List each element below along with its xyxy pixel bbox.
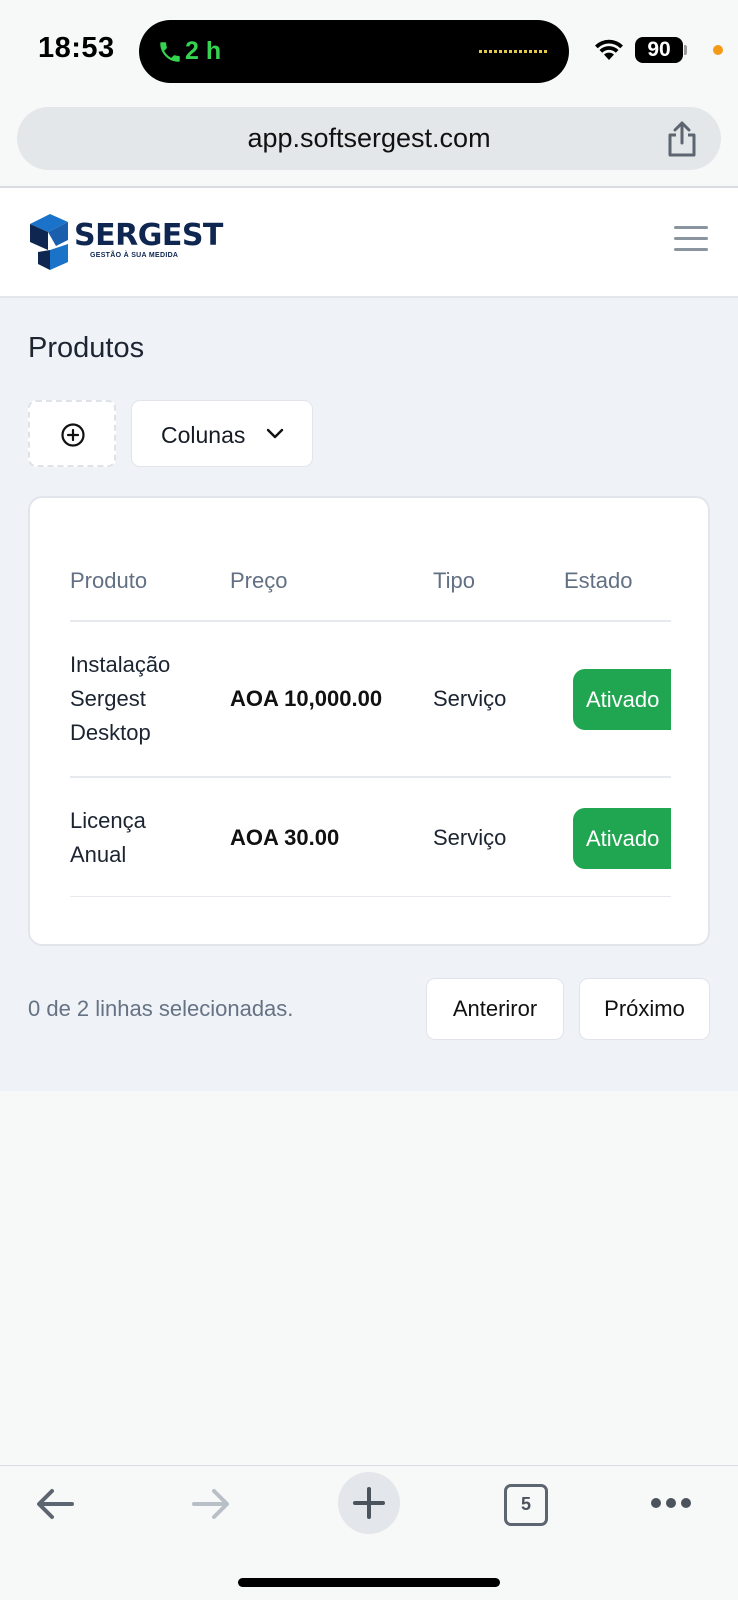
cell-produto: Licença Anual — [70, 808, 146, 867]
column-header-preco[interactable]: Preço — [230, 568, 287, 594]
back-icon[interactable] — [34, 1486, 76, 1522]
cell-preco: AOA 10,000.00 — [230, 686, 383, 711]
column-header-estado[interactable]: Estado — [564, 568, 633, 594]
cell-tipo: Serviço — [433, 686, 507, 711]
cell-produto: Instalação Sergest Desktop — [70, 652, 171, 745]
page-title: Produtos — [28, 332, 145, 364]
battery-level: 90 — [647, 38, 671, 61]
new-tab-button[interactable] — [338, 1472, 400, 1534]
column-header-tipo[interactable]: Tipo — [433, 568, 475, 594]
url-text: app.softsergest.com — [247, 123, 491, 153]
privacy-indicator — [713, 45, 723, 55]
logo-name: SERGEST — [74, 218, 223, 253]
more-icon[interactable] — [650, 1496, 692, 1510]
columns-label: Colunas — [161, 422, 246, 448]
main-content: Produtos Colunas Produto Preço Tipo Esta… — [0, 298, 738, 1091]
battery-icon: 90 — [635, 37, 687, 63]
cell-preco: AOA 30.00 — [230, 825, 340, 850]
share-icon[interactable] — [665, 120, 699, 158]
hamburger-menu-icon[interactable] — [674, 226, 708, 252]
home-indicator[interactable] — [238, 1578, 500, 1587]
logo-mark-icon — [30, 214, 68, 270]
dynamic-island[interactable]: 2 h — [139, 20, 569, 83]
columns-dropdown[interactable]: Colunas — [131, 400, 313, 467]
plus-icon — [353, 1487, 385, 1519]
add-product-button[interactable] — [28, 400, 116, 467]
logo-tagline: GESTÃO À SUA MEDIDA — [90, 252, 179, 259]
app-header: SERGEST GESTÃO À SUA MEDIDA — [0, 188, 738, 298]
status-time: 18:53 — [38, 32, 115, 64]
plus-circle-icon — [61, 423, 85, 447]
next-page-button[interactable]: Próximo — [579, 978, 710, 1040]
products-table: Produto Preço Tipo Estado Instalação Ser… — [28, 496, 710, 946]
audio-waveform — [479, 50, 547, 53]
sergest-logo[interactable]: SERGEST GESTÃO À SUA MEDIDA — [26, 210, 223, 276]
tabs-icon[interactable]: 5 — [504, 1484, 548, 1526]
cell-tipo: Serviço — [433, 825, 507, 850]
status-bar: 18:53 2 h 90 — [0, 0, 738, 100]
toolbar-divider — [0, 1465, 738, 1466]
forward-icon[interactable] — [190, 1486, 232, 1522]
row-divider — [70, 776, 671, 778]
table-scroll-area[interactable]: Produto Preço Tipo Estado Instalação Ser… — [70, 498, 671, 944]
row-divider — [70, 896, 671, 897]
previous-page-button[interactable]: Anteriror — [426, 978, 564, 1040]
status-badge[interactable]: Ativado — [573, 669, 671, 730]
call-duration: 2 h — [185, 37, 222, 65]
table-footer: 0 de 2 linhas selecionadas. Anteriror Pr… — [28, 978, 710, 1040]
address-bar[interactable]: app.softsergest.com — [17, 107, 721, 170]
phone-icon — [160, 42, 180, 62]
header-divider — [70, 620, 671, 622]
chevron-down-icon — [266, 428, 284, 439]
wifi-icon — [595, 39, 623, 60]
selection-count: 0 de 2 linhas selecionadas. — [28, 996, 294, 1021]
column-header-produto[interactable]: Produto — [70, 568, 147, 594]
status-badge[interactable]: Ativado — [573, 808, 671, 869]
tab-count: 5 — [520, 1494, 531, 1514]
